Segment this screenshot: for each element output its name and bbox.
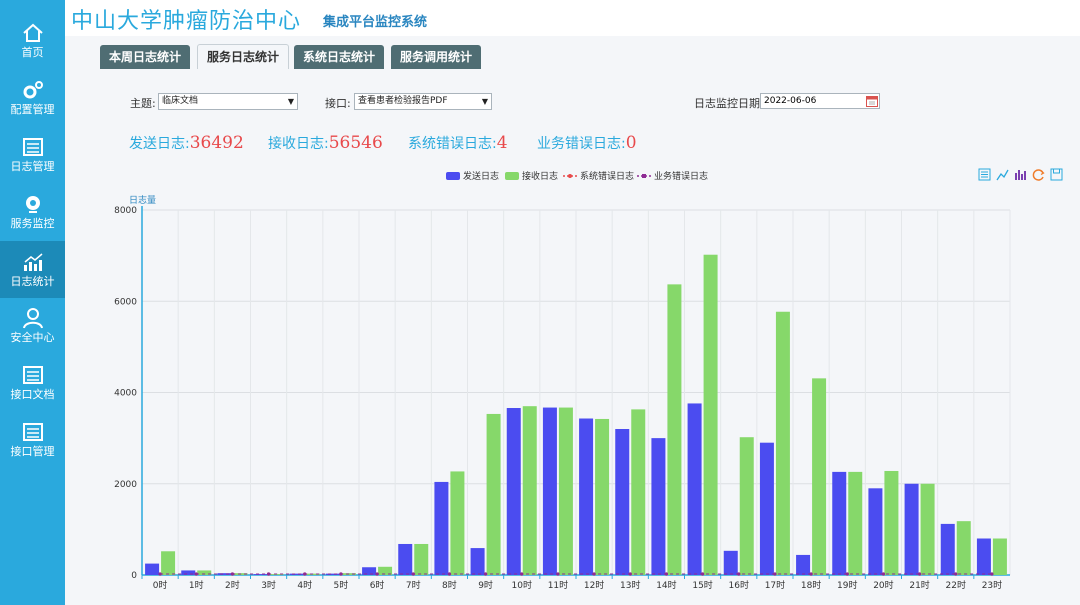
x-tick-label: 22时	[946, 579, 966, 591]
point-bizerr-20	[881, 572, 886, 576]
bar-send-11	[542, 407, 557, 575]
point-bizerr-12	[592, 572, 596, 576]
bar-send-20	[868, 488, 883, 575]
x-tick-label: 14时	[656, 579, 676, 591]
bar-recv-11	[558, 407, 573, 575]
log-volume-chart: 0 2000 4000 6000 8000日志量 0时 1时 2时 3时 4时 5时 6时 7时 8时 9时…	[114, 194, 1011, 591]
point-bizerr-14	[664, 572, 669, 576]
point-bizerr-4	[303, 572, 307, 576]
x-tick-label: 11时	[548, 579, 568, 591]
x-tick-label: 8时	[442, 579, 457, 591]
point-bizerr-17	[773, 572, 777, 576]
point-bizerr-22	[954, 572, 958, 576]
point-bizerr-16	[737, 572, 741, 576]
bar-recv-14	[667, 284, 682, 575]
x-tick-label: 1时	[189, 579, 204, 591]
bar-send-17	[759, 442, 774, 575]
y-tick-label: 6000	[114, 297, 137, 307]
bar-recv-8	[450, 471, 465, 575]
x-tick-label: 12时	[584, 579, 604, 591]
x-tick-label: 17时	[765, 579, 785, 591]
x-tick-label: 13时	[620, 579, 640, 591]
bar-send-2	[217, 573, 232, 575]
bar-recv-16	[739, 437, 754, 575]
bar-send-18	[796, 554, 811, 575]
x-tick-label: 6时	[370, 579, 385, 591]
bar-send-21	[904, 483, 919, 575]
x-tick-label: 20时	[873, 579, 893, 591]
point-bizerr-13	[628, 572, 632, 576]
bar-send-7	[398, 543, 413, 575]
point-bizerr-2	[230, 572, 235, 576]
bar-recv-13	[631, 409, 646, 575]
y-tick-label: 2000	[114, 480, 137, 490]
x-tick-label: 9时	[478, 579, 493, 591]
bar-recv-0	[161, 551, 176, 575]
point-bizerr-7	[411, 572, 415, 576]
bar-send-23	[976, 538, 991, 575]
point-bizerr-9	[483, 572, 488, 576]
point-bizerr-21	[917, 572, 922, 576]
bar-send-13	[615, 429, 630, 575]
x-tick-label: 5时	[334, 579, 349, 591]
x-tick-label: 7时	[406, 579, 421, 591]
point-bizerr-15	[700, 572, 705, 576]
x-tick-label: 16时	[729, 579, 749, 591]
point-bizerr-8	[447, 572, 452, 576]
x-tick-label: 18时	[801, 579, 821, 591]
bar-recv-20	[884, 470, 899, 575]
y-tick-label: 4000	[114, 389, 137, 399]
point-bizerr-10	[520, 572, 524, 576]
point-bizerr-1	[194, 572, 198, 576]
x-tick-label: 10时	[512, 579, 532, 591]
bar-recv-18	[812, 378, 827, 575]
point-bizerr-6	[375, 572, 379, 576]
bar-send-3	[253, 574, 268, 575]
bar-send-8	[434, 481, 449, 575]
point-bizerr-0	[158, 572, 162, 576]
point-bizerr-23	[990, 572, 994, 576]
bar-send-10	[506, 408, 521, 575]
bar-send-19	[832, 471, 847, 575]
bar-recv-15	[703, 254, 718, 575]
bar-recv-10	[522, 406, 537, 575]
bar-recv-17	[775, 311, 790, 575]
bar-send-5	[325, 573, 340, 575]
x-tick-label: 3时	[261, 579, 276, 591]
bar-recv-9	[486, 413, 501, 575]
x-tick-label: 4时	[297, 579, 312, 591]
y-axis-label: 日志量	[129, 194, 156, 206]
bar-send-0	[145, 563, 160, 575]
bar-recv-22	[956, 521, 971, 575]
bar-recv-19	[848, 471, 863, 575]
bar-recv-12	[595, 418, 610, 575]
bar-recv-7	[414, 543, 429, 575]
x-tick-label: 19时	[837, 579, 857, 591]
bar-send-1	[181, 570, 196, 575]
bar-send-22	[940, 523, 955, 575]
bar-send-15	[687, 403, 702, 575]
y-tick-label: 8000	[114, 206, 137, 216]
bar-send-12	[579, 418, 594, 575]
point-bizerr-3	[266, 572, 271, 576]
point-bizerr-5	[339, 572, 343, 576]
bar-recv-23	[992, 538, 1007, 575]
bar-send-9	[470, 548, 485, 575]
y-tick-label: 0	[131, 571, 137, 581]
bar-send-14	[651, 438, 666, 575]
bar-recv-21	[920, 483, 935, 575]
bar-send-4	[289, 573, 304, 575]
x-tick-label: 23时	[982, 579, 1002, 591]
x-tick-label: 2时	[225, 579, 240, 591]
bar-send-16	[723, 550, 738, 575]
x-tick-label: 21时	[909, 579, 929, 591]
x-tick-label: 15时	[692, 579, 712, 591]
point-bizerr-11	[556, 572, 560, 576]
point-bizerr-19	[845, 572, 849, 576]
point-bizerr-18	[809, 572, 813, 576]
x-tick-label: 0时	[153, 579, 168, 591]
